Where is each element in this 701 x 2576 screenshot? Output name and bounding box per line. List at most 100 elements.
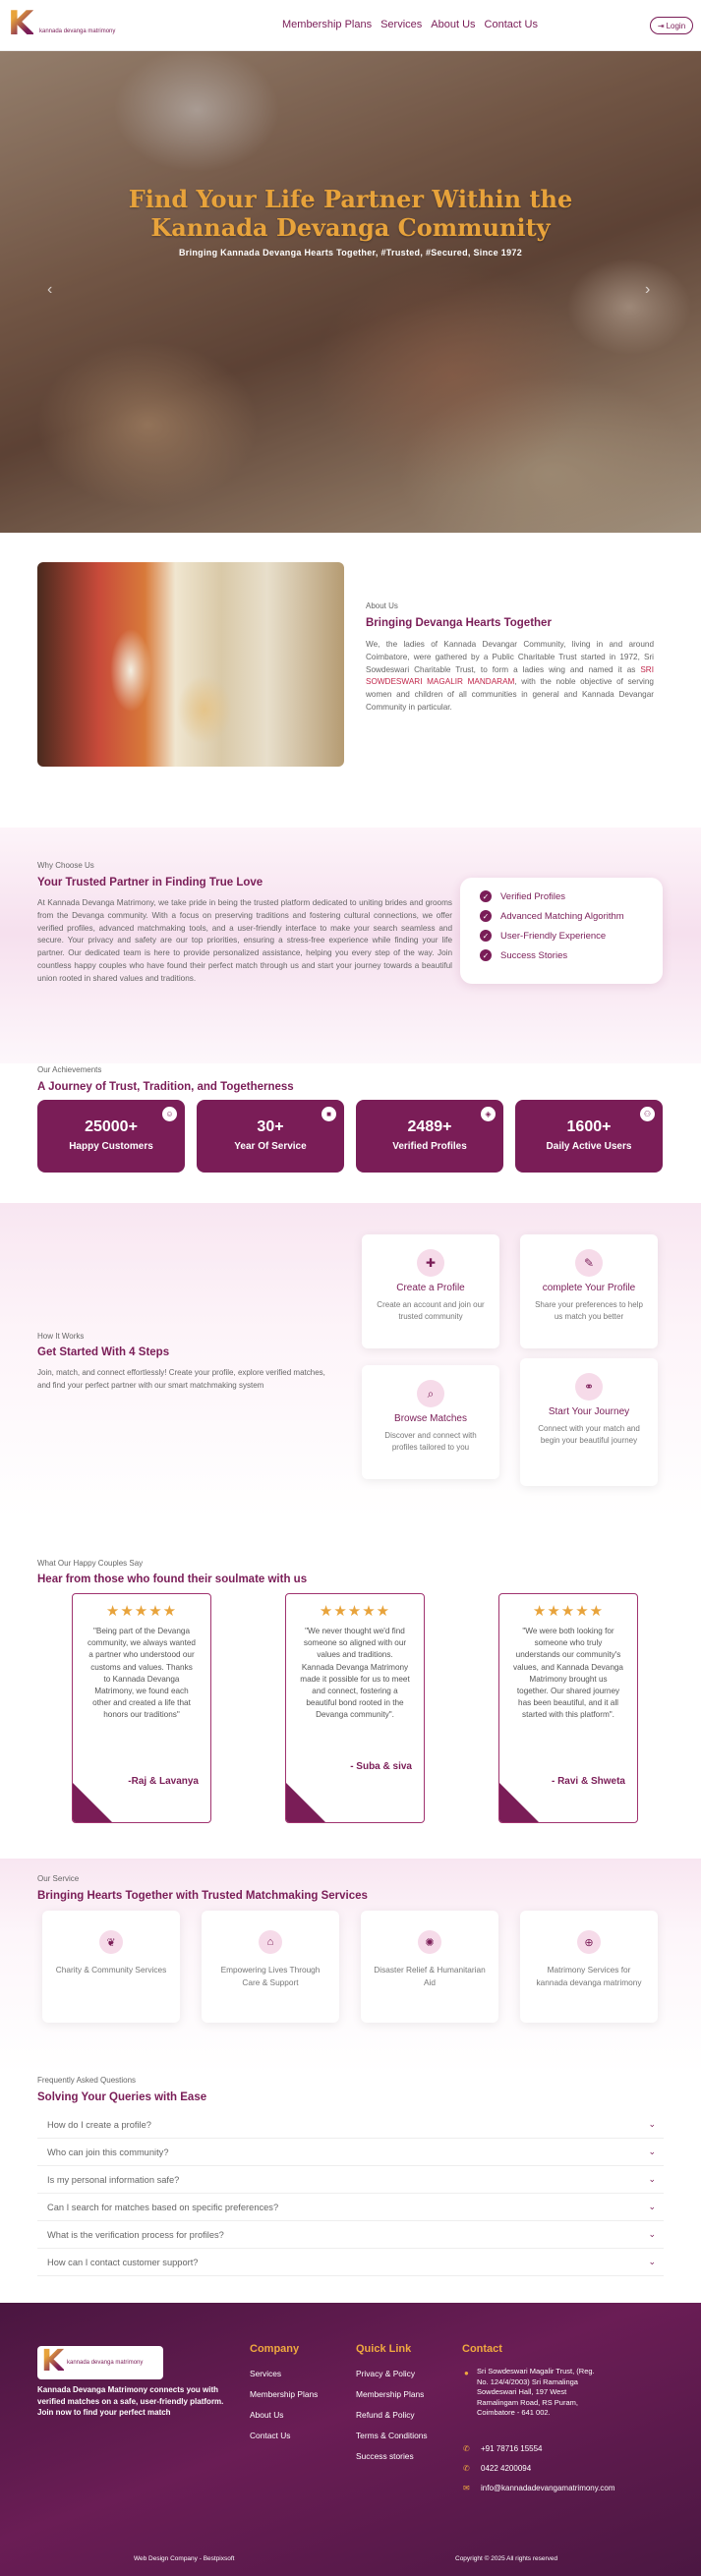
nav-contact-us[interactable]: Contact Us [485, 19, 538, 30]
step-card: ⌕ Browse Matches Discover and connect with… [362, 1365, 499, 1479]
star-rating-icon: ★★★★★ [105, 1603, 178, 1620]
testimonial-author: - Ravi & Shweta [551, 1776, 625, 1787]
step-title: Create a Profile [396, 1283, 465, 1293]
check-icon: ✓ [480, 930, 492, 942]
feature-label: User-Friendly Experience [500, 930, 607, 942]
faq-question: How do I create a profile? [47, 2119, 151, 2130]
footer-logo[interactable]: K kannada devanga matrimony [37, 2344, 163, 2379]
faq-title: Solving Your Queries with Ease [37, 2091, 207, 2103]
service-label: Disaster Relief & Humanitarian Aid [374, 1965, 486, 1987]
services-title: Bringing Hearts Together with Trusted Ma… [37, 1890, 368, 1902]
smile-icon: ☺ [162, 1107, 177, 1121]
feature-item: ✓ Advanced Matching Algorithm [480, 910, 624, 922]
about-image [37, 562, 344, 767]
hero-subtitle: Bringing Kannada Devanga Hearts Together… [178, 248, 523, 258]
footer-link[interactable]: Terms & Conditions [356, 2431, 428, 2440]
feature-label: Success Stories [500, 949, 568, 961]
faq-item[interactable]: What is the verification process for pro… [37, 2221, 664, 2249]
faq-item[interactable]: Is my personal information safe? ⌄ [37, 2166, 664, 2194]
hero-title: Find Your Life Partner Within the Kannad… [0, 185, 701, 242]
corner-decoration [286, 1783, 325, 1822]
step-card: ✎ complete Your Profile Share your prefere… [520, 1234, 658, 1348]
check-icon: ✓ [480, 910, 492, 922]
brand-logo[interactable]: K kannada devanga matrimony [8, 4, 138, 44]
logo-text: kannada devanga matrimony [39, 29, 116, 34]
service-label: Empowering Lives Through Care & Support [220, 1965, 321, 1987]
star-rating-icon: ★★★★★ [319, 1603, 391, 1620]
carousel-prev-icon[interactable]: ‹ [47, 281, 52, 299]
check-icon: ✓ [480, 949, 492, 961]
step-desc: Discover and connect with profiles tailo… [384, 1431, 477, 1452]
service-card[interactable]: ⌂ Empowering Lives Through Care & Support [202, 1911, 339, 2023]
faq-item[interactable]: How can I contact customer support? ⌄ [37, 2249, 664, 2276]
stat-label: Year Of Service [234, 1141, 307, 1152]
footer-link[interactable]: Services [250, 2369, 281, 2378]
stat-label: Happy Customers [69, 1141, 153, 1152]
nav-about-us[interactable]: About Us [431, 19, 475, 30]
service-card[interactable]: ✺ Disaster Relief & Humanitarian Aid [361, 1911, 498, 2023]
footer-link[interactable]: Contact Us [250, 2431, 290, 2440]
footer-phone1[interactable]: +91 78716 15554 [481, 2443, 543, 2455]
phone-icon: ✆ [463, 2464, 470, 2473]
nav-services[interactable]: Services [380, 19, 422, 30]
footer-link[interactable]: Refund & Policy [356, 2410, 415, 2420]
service-label: Matrimony Services for kannada devanga m… [536, 1965, 642, 1987]
footer-link[interactable]: Membership Plans [356, 2389, 424, 2399]
login-button[interactable]: ⇥ Login [650, 17, 693, 34]
footer-contact-title: Contact [462, 2343, 502, 2355]
feature-item: ✓ Success Stories [480, 949, 567, 961]
virus-icon: ✺ [418, 1930, 441, 1954]
stat-value: 25000+ [85, 1118, 138, 1135]
service-label: Charity & Community Services [55, 1965, 167, 1975]
faq-item[interactable]: Who can join this community? ⌄ [37, 2139, 664, 2166]
footer-link[interactable]: Privacy & Policy [356, 2369, 415, 2378]
footer-link[interactable]: About Us [250, 2410, 283, 2420]
footer-email[interactable]: info@kannadadevangamatrimony.com [481, 2483, 615, 2494]
faq-label: Frequently Asked Questions [37, 2076, 137, 2085]
step-card: ⚭ Start Your Journey Connect with your mat… [520, 1358, 658, 1486]
hero-title-line2: Kannada Devanga Community [150, 213, 551, 242]
globe-icon: ⊕ [577, 1930, 601, 1954]
shield-icon: ◈ [481, 1107, 496, 1121]
chevron-down-icon: ⌄ [648, 2119, 656, 2129]
footer-link[interactable]: Success stories [356, 2451, 414, 2461]
faq-item[interactable]: Can I search for matches based on specif… [37, 2194, 664, 2221]
nav-membership-plans[interactable]: Membership Plans [282, 19, 372, 30]
chevron-down-icon: ⌄ [648, 2202, 656, 2211]
footer-credit[interactable]: Web Design Company - Bestpixsoft [134, 2553, 234, 2565]
achievements-label: Our Achievements [37, 1065, 102, 1074]
check-icon: ✓ [480, 890, 492, 902]
carousel-next-icon[interactable]: › [645, 281, 650, 299]
header: K kannada devanga matrimony Membership P… [0, 0, 701, 51]
stat-card: ⚇ 1600+ Daily Active Users [515, 1100, 663, 1173]
location-icon: ● [464, 2369, 469, 2377]
about-title: Bringing Devanga Hearts Together [366, 617, 552, 629]
why-title: Your Trusted Partner in Finding True Lov… [37, 877, 263, 888]
step-title: complete Your Profile [542, 1283, 636, 1293]
faq-question: Who can join this community? [47, 2147, 169, 2157]
chevron-down-icon: ⌄ [648, 2147, 656, 2156]
footer-link[interactable]: Membership Plans [250, 2389, 318, 2399]
testimonial-author: - Suba & siva [350, 1761, 412, 1772]
chevron-down-icon: ⌄ [648, 2174, 656, 2184]
chevron-down-icon: ⌄ [648, 2257, 656, 2266]
faq-question: How can I contact customer support? [47, 2257, 199, 2267]
user-plus-icon: ✚ [417, 1249, 444, 1277]
stat-label: Verified Profiles [392, 1141, 467, 1152]
testimonials-title: Hear from those who found their soulmate… [37, 1574, 308, 1585]
login-label: Login [666, 21, 686, 30]
login-icon: ⇥ [657, 21, 665, 30]
step-card: ✚ Create a Profile Create an account and j… [362, 1234, 499, 1348]
feature-item: ✓ Verified Profiles [480, 890, 565, 902]
service-card[interactable]: ⊕ Matrimony Services for kannada devanga … [520, 1911, 658, 2023]
faq-question: Can I search for matches based on specif… [47, 2202, 279, 2212]
faq-item[interactable]: How do I create a profile? ⌄ [37, 2111, 664, 2139]
testimonial-quote: "We never thought we'd find someone so a… [300, 1627, 410, 1720]
about-label: About Us [366, 601, 398, 610]
footer-logo-text: kannada devanga matrimony [67, 2360, 144, 2366]
hero-title-line1: Find Your Life Partner Within the [128, 185, 573, 213]
how-title: Get Started With 4 Steps [37, 1346, 170, 1358]
footer-phone2[interactable]: 0422 4200094 [481, 2463, 531, 2475]
service-card[interactable]: ❦ Charity & Community Services [42, 1911, 180, 2023]
testimonial-card: ★★★★★ "Being part of the Devanga communit… [72, 1593, 211, 1823]
